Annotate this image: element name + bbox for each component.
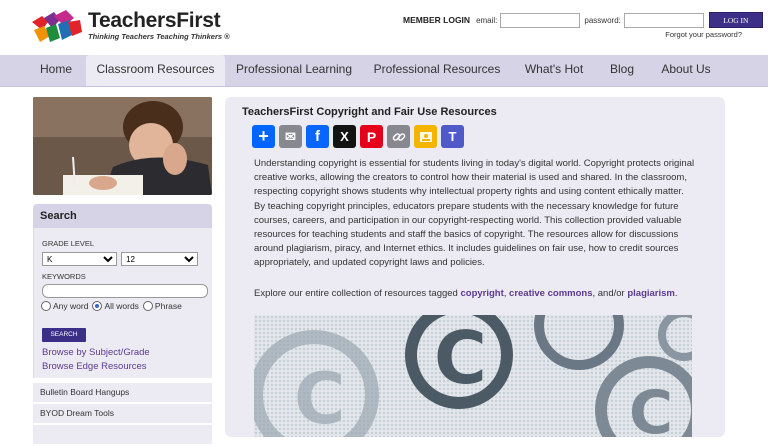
- nav-home[interactable]: Home: [28, 55, 84, 86]
- svg-text:C: C: [434, 316, 487, 400]
- google-classroom-icon[interactable]: [414, 125, 437, 148]
- sidebar-list: Bulletin Board Hangups BYOD Dream Tools: [33, 383, 212, 446]
- login-button[interactable]: LOG IN: [708, 12, 763, 28]
- tag-creative-commons-link[interactable]: creative commons: [509, 288, 592, 299]
- sidebar-item-byod[interactable]: BYOD Dream Tools: [33, 404, 212, 425]
- browse-subject-link[interactable]: Browse by Subject/Grade: [42, 347, 150, 358]
- radio-label: All words: [104, 301, 139, 311]
- facebook-icon[interactable]: f: [306, 125, 329, 148]
- sidebar: Search GRADE LEVEL K 12 KEYWORDS Any wor…: [33, 97, 212, 446]
- main-content: TeachersFirst Copyright and Fair Use Res…: [225, 97, 725, 437]
- page-title: TeachersFirst Copyright and Fair Use Res…: [242, 106, 497, 118]
- intro-paragraph: Understanding copyright is essential for…: [254, 158, 695, 269]
- explore-prefix: Explore our entire collection of resourc…: [254, 288, 458, 299]
- radio-phrase[interactable]: Phrase: [142, 301, 182, 311]
- keywords-label: KEYWORDS: [42, 272, 86, 281]
- copy-link-icon[interactable]: [387, 125, 410, 148]
- share-buttons: + ✉ f X P T: [252, 125, 468, 148]
- x-icon[interactable]: X: [333, 125, 356, 148]
- radio-label: Phrase: [154, 301, 182, 311]
- email-field[interactable]: [500, 12, 581, 28]
- nav-whats-hot[interactable]: What's Hot: [518, 55, 590, 86]
- search-panel: GRADE LEVEL K 12 KEYWORDS Any word All w…: [33, 228, 212, 378]
- forgot-password-link[interactable]: Forgot your password?: [665, 30, 742, 39]
- teachersfirst-logo[interactable]: [28, 8, 84, 44]
- period: .: [674, 288, 678, 299]
- pinterest-icon[interactable]: P: [360, 125, 383, 148]
- radio-button[interactable]: [142, 301, 153, 311]
- login-form: MEMBER LOGIN email: password: LOG IN: [403, 12, 763, 28]
- microsoft-teams-icon[interactable]: T: [441, 125, 464, 148]
- svg-text:C: C: [294, 358, 345, 437]
- explore-text: Explore our entire collection of resourc…: [254, 288, 678, 299]
- brand-name[interactable]: TeachersFirst: [88, 9, 221, 33]
- nav-about-us[interactable]: About Us: [656, 55, 716, 86]
- nav-classroom-resources[interactable]: Classroom Resources: [86, 55, 225, 86]
- tag-copyright-link[interactable]: copyright: [460, 288, 503, 299]
- grade-from-select[interactable]: K: [42, 252, 117, 266]
- separator: ,: [503, 288, 507, 299]
- radio-any-word[interactable]: Any word: [41, 301, 88, 311]
- tag-plagiarism-link[interactable]: plagiarism: [627, 288, 675, 299]
- search-panel-title: Search: [33, 204, 212, 228]
- copyright-symbols-image: C C C: [254, 315, 692, 437]
- search-button[interactable]: SEARCH: [42, 328, 86, 342]
- radio-label: Any word: [53, 301, 89, 311]
- email-icon[interactable]: ✉: [279, 125, 302, 148]
- grade-to-select[interactable]: 12: [121, 252, 198, 266]
- nav-professional-learning[interactable]: Professional Learning: [232, 55, 356, 86]
- browse-edge-link[interactable]: Browse Edge Resources: [42, 361, 147, 372]
- radio-button-selected[interactable]: [92, 301, 103, 311]
- password-field[interactable]: [623, 12, 704, 28]
- radio-all-words[interactable]: All words: [92, 301, 139, 311]
- svg-text:C: C: [629, 378, 673, 437]
- site-header: TeachersFirst Thinking Teachers Teaching…: [0, 0, 768, 55]
- password-label: password:: [584, 15, 621, 25]
- student-writing-photo: [33, 97, 212, 195]
- separator: , and/or: [592, 288, 625, 299]
- grade-level-label: GRADE LEVEL: [42, 239, 95, 248]
- main-nav: Home Classroom Resources Professional Le…: [0, 55, 768, 87]
- email-label: email:: [476, 15, 498, 25]
- member-login-label: MEMBER LOGIN: [403, 15, 471, 25]
- sidebar-item-bulletin-board[interactable]: Bulletin Board Hangups: [33, 383, 212, 404]
- nav-blog[interactable]: Blog: [602, 55, 642, 86]
- brand-tagline: Thinking Teachers Teaching Thinkers ®: [88, 32, 230, 41]
- match-options: Any word All words Phrase: [41, 301, 186, 311]
- radio-button[interactable]: [41, 301, 51, 311]
- add-share-icon[interactable]: +: [252, 125, 275, 148]
- sidebar-item[interactable]: [33, 425, 212, 446]
- keywords-input[interactable]: [42, 284, 208, 298]
- nav-professional-resources[interactable]: Professional Resources: [370, 55, 504, 86]
